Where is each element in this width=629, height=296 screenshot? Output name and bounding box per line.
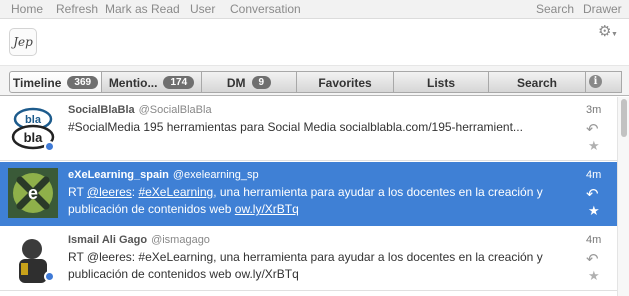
tab-label: Search (516, 75, 558, 90)
unread-badge: 174 (163, 76, 195, 90)
tweet-author-name[interactable]: eXeLearning_spain (68, 169, 169, 181)
text-segment: RT (68, 185, 87, 199)
menu-drawer[interactable]: Drawer (583, 2, 622, 16)
url-link[interactable]: ow.ly/XrBTq (235, 202, 299, 216)
menu-conversation[interactable]: Conversation (230, 2, 301, 16)
tweet-author-handle[interactable]: @exelearning_sp (173, 169, 259, 181)
svg-text:bla: bla (25, 114, 42, 126)
tab-favorites[interactable]: Favorites (297, 71, 394, 93)
scrollbar-thumb[interactable] (621, 99, 627, 137)
unread-badge: 9 (251, 76, 272, 90)
tab-label: Timeline (12, 75, 62, 90)
svg-text:bla: bla (24, 130, 44, 145)
timeline-list[interactable]: bla bla SocialBlaBla @SocialBlaBla #Socia… (0, 97, 617, 296)
tab-label: Mentio... (108, 75, 158, 90)
tweet-row-selected[interactable]: e eXeLearning_spain @exelearning_sp RT @l… (0, 162, 617, 226)
menu-refresh[interactable]: Refresh (56, 2, 98, 16)
tweet-author-handle[interactable]: @ismagago (151, 234, 210, 246)
menu-search[interactable]: Search (536, 2, 574, 16)
avatar[interactable] (8, 233, 58, 283)
unread-badge: 369 (67, 76, 99, 90)
tab-label: DM (226, 75, 246, 90)
tab-mentions[interactable]: Mentio... 174 (102, 71, 202, 93)
tweet-row[interactable]: bla bla SocialBlaBla @SocialBlaBla #Socia… (0, 97, 617, 161)
tweet-text: RT @leeres: #eXeLearning, una herramient… (68, 184, 573, 218)
account-bar: Jep ⚙ ▼ (0, 19, 629, 66)
chevron-down-icon[interactable]: ▼ (611, 31, 618, 38)
svg-text:e: e (28, 183, 38, 203)
tab-search[interactable]: Search (489, 71, 586, 93)
tweet-text: #SocialMedia 195 herramientas para Socia… (68, 120, 523, 134)
tab-label: Lists (426, 75, 455, 90)
tweet-author-handle[interactable]: @SocialBlaBla (139, 104, 212, 116)
top-menu-bar: Home Refresh Mark as Read User Conversat… (0, 0, 629, 19)
tab-timeline[interactable]: Timeline 369 (9, 71, 102, 93)
reply-icon[interactable]: ↶ (586, 185, 599, 203)
info-icon: i (589, 75, 602, 88)
menu-home[interactable]: Home (11, 2, 43, 16)
tweet-author-name[interactable]: Ismail Ali Gago (68, 234, 147, 246)
tweet-time: 4m (586, 169, 602, 181)
tweet-text: RT @leeres: #eXeLearning, una herramient… (68, 250, 543, 281)
presence-dot-icon (44, 141, 55, 152)
tweet-author-name[interactable]: SocialBlaBla (68, 104, 135, 116)
tab-dm[interactable]: DM 9 (202, 71, 297, 93)
tab-label: Favorites (318, 75, 372, 90)
star-icon[interactable]: ★ (588, 268, 600, 284)
reply-icon[interactable]: ↶ (586, 120, 599, 138)
tab-info[interactable]: i (586, 71, 622, 93)
tab-lists[interactable]: Lists (394, 71, 489, 93)
account-logo[interactable]: Jep (9, 28, 37, 56)
hashtag-link[interactable]: #eXeLearning (138, 185, 213, 199)
tweet-time: 4m (586, 234, 602, 246)
tab-bar: Timeline 369 Mentio... 174 DM 9 Favorites L… (0, 66, 629, 96)
mention-link[interactable]: @leeres (87, 185, 132, 199)
avatar[interactable]: bla bla (8, 103, 58, 153)
avatar[interactable]: e (8, 168, 58, 218)
menu-user[interactable]: User (190, 2, 215, 16)
reply-icon[interactable]: ↶ (586, 250, 599, 268)
star-icon[interactable]: ★ (588, 138, 600, 154)
menu-mark-as-read[interactable]: Mark as Read (105, 2, 180, 16)
tweet-time: 3m (586, 104, 602, 116)
timeline-scrollbar[interactable] (617, 97, 629, 296)
presence-dot-icon (44, 271, 55, 282)
star-icon[interactable]: ★ (588, 203, 600, 219)
tweet-row[interactable]: Ismail Ali Gago @ismagago RT @leeres: #eX… (0, 227, 617, 291)
